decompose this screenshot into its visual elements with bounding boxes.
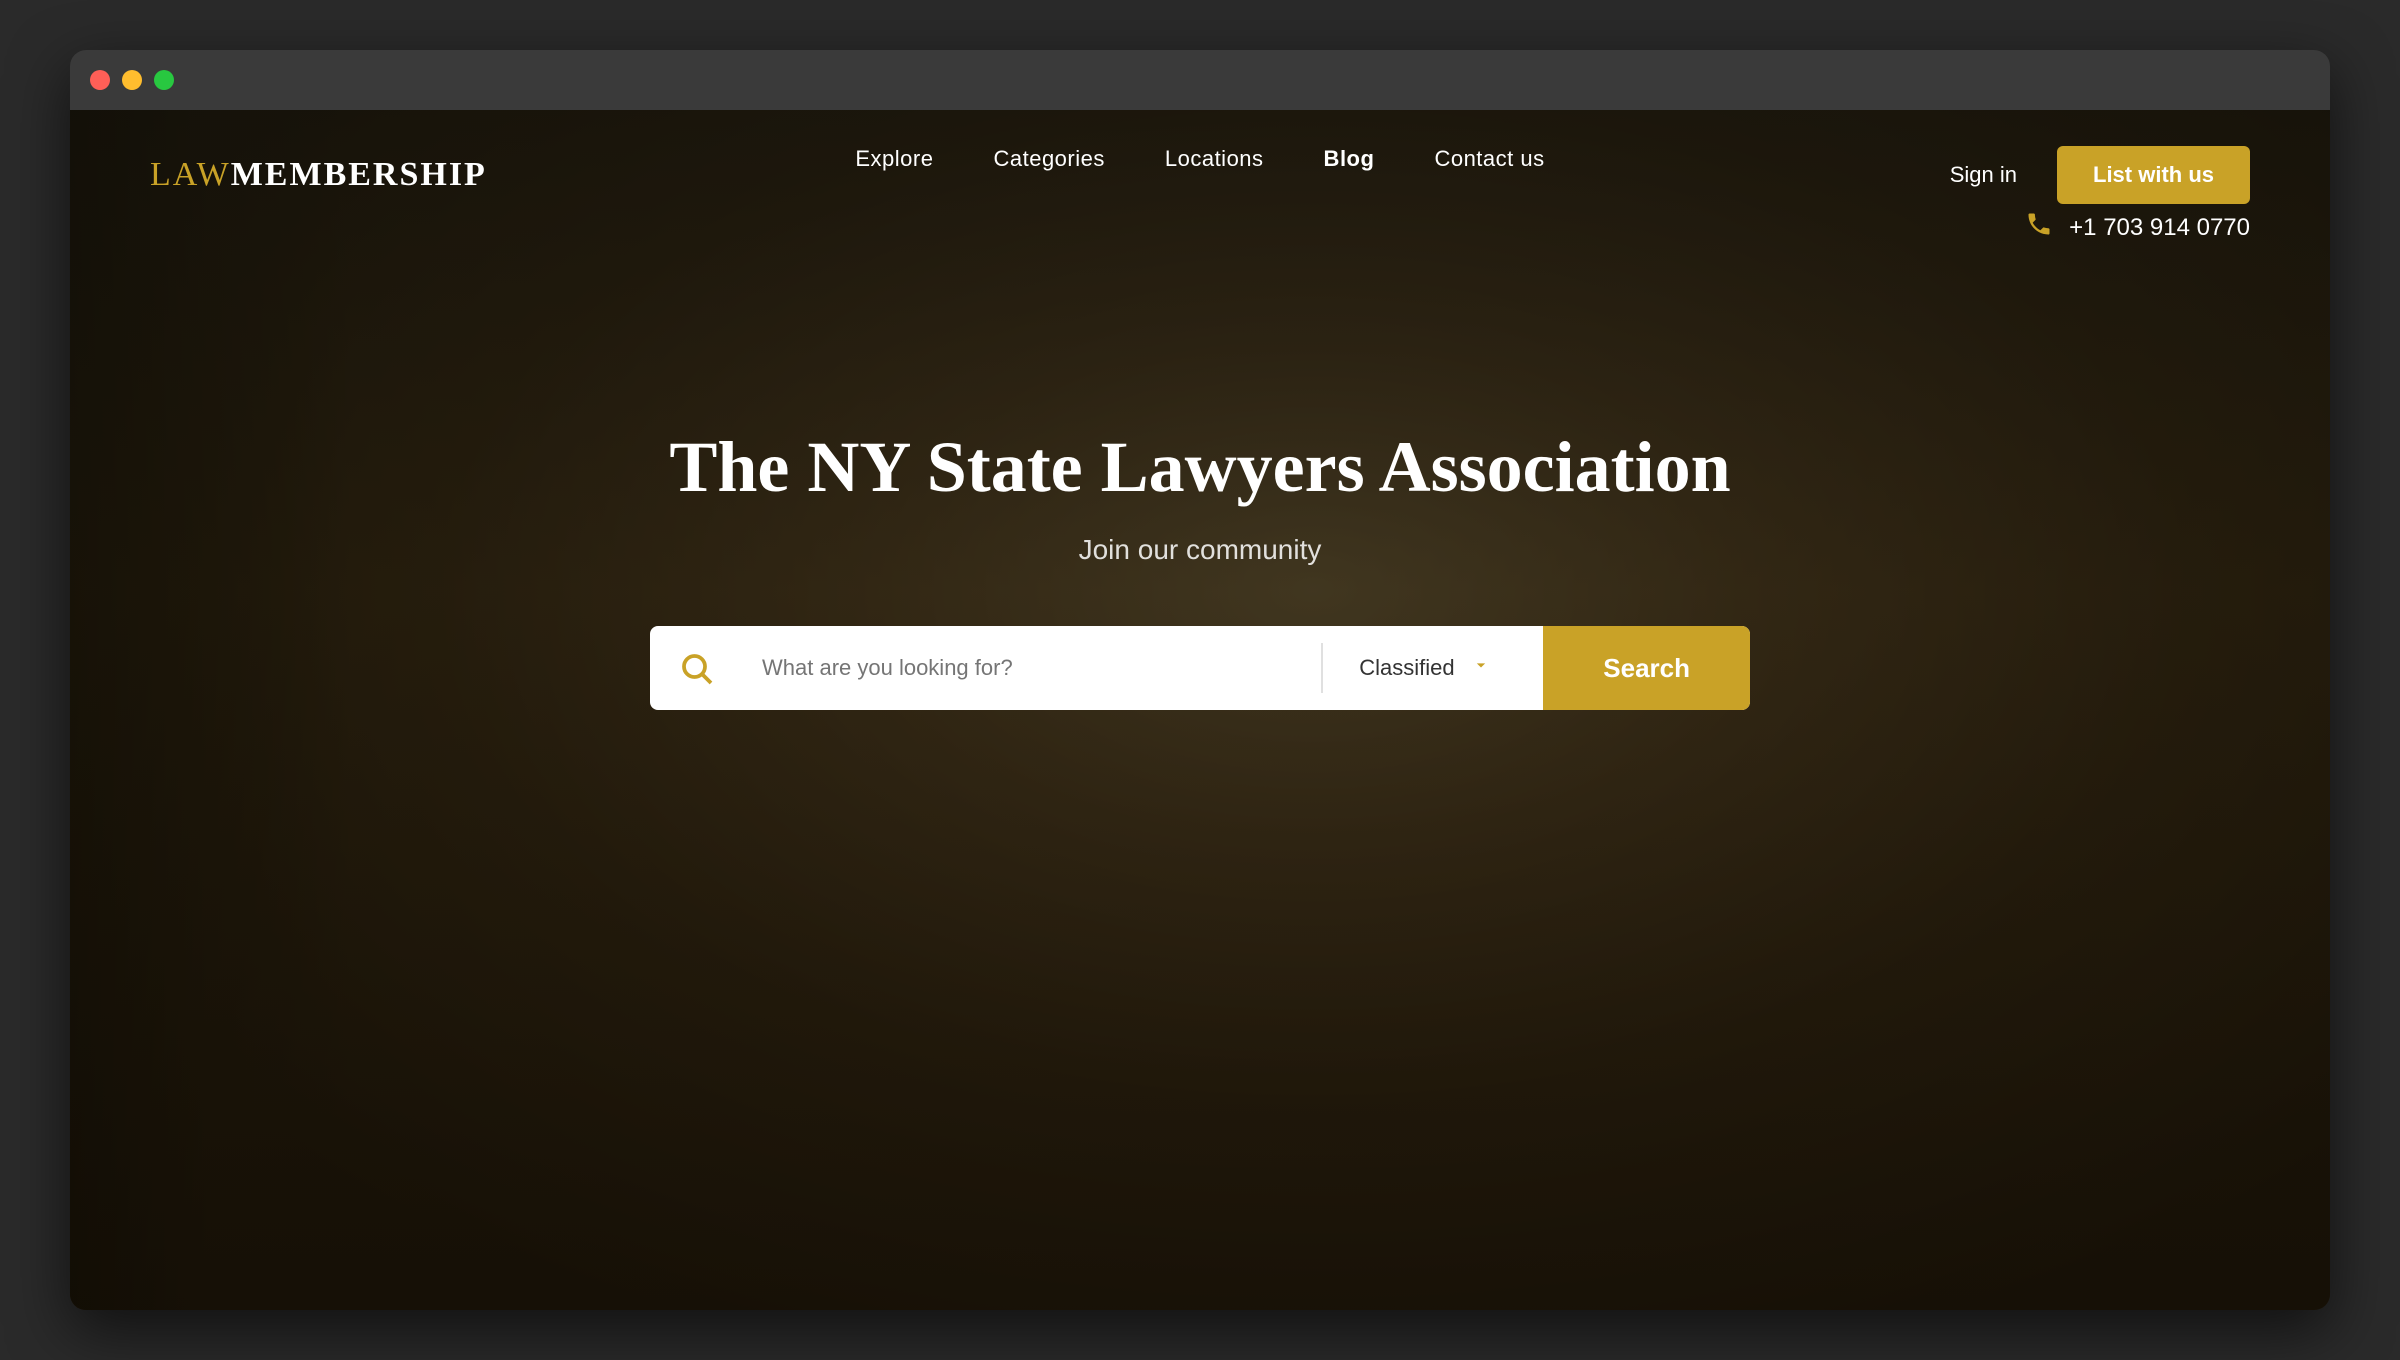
search-button[interactable]: Search bbox=[1543, 626, 1750, 710]
browser-window: LAWMEMBERSHIP Explore Categories Locatio… bbox=[70, 50, 2330, 1310]
traffic-light-red[interactable] bbox=[90, 70, 110, 90]
hero-title: The NY State Lawyers Association bbox=[150, 424, 2250, 510]
nav-links: Explore Categories Locations Blog Contac… bbox=[855, 146, 1544, 172]
navbar: LAWMEMBERSHIP Explore Categories Locatio… bbox=[70, 110, 2330, 204]
dropdown-arrow-icon bbox=[1471, 655, 1491, 681]
nav-blog[interactable]: Blog bbox=[1324, 146, 1375, 172]
browser-chrome bbox=[70, 50, 2330, 110]
nav-right: Sign in List with us bbox=[1950, 146, 2250, 204]
traffic-light-yellow[interactable] bbox=[122, 70, 142, 90]
nav-locations[interactable]: Locations bbox=[1165, 146, 1264, 172]
search-bar: Classified Search bbox=[650, 626, 1750, 710]
search-icon-wrap bbox=[650, 650, 742, 686]
logo-membership: MEMBERSHIP bbox=[231, 156, 487, 193]
logo[interactable]: LAWMEMBERSHIP bbox=[150, 156, 487, 194]
hero-subtitle: Join our community bbox=[150, 534, 2250, 566]
traffic-light-green[interactable] bbox=[154, 70, 174, 90]
category-label: Classified bbox=[1359, 655, 1454, 681]
sign-in-button[interactable]: Sign in bbox=[1950, 162, 2017, 188]
nav-categories[interactable]: Categories bbox=[993, 146, 1104, 172]
phone-number: +1 703 914 0770 bbox=[2069, 214, 2250, 242]
phone-section: +1 703 914 0770 bbox=[2025, 210, 2250, 246]
nav-contact[interactable]: Contact us bbox=[1434, 146, 1544, 172]
category-select[interactable]: Classified bbox=[1323, 655, 1543, 681]
nav-explore[interactable]: Explore bbox=[855, 146, 933, 172]
hero-content: The NY State Lawyers Association Join ou… bbox=[70, 424, 2330, 710]
list-with-us-button[interactable]: List with us bbox=[2057, 146, 2250, 204]
search-icon bbox=[678, 650, 714, 686]
logo-law: LAW bbox=[150, 156, 231, 193]
phone-icon bbox=[2025, 210, 2053, 246]
website: LAWMEMBERSHIP Explore Categories Locatio… bbox=[70, 110, 2330, 1310]
search-input[interactable] bbox=[742, 655, 1321, 681]
